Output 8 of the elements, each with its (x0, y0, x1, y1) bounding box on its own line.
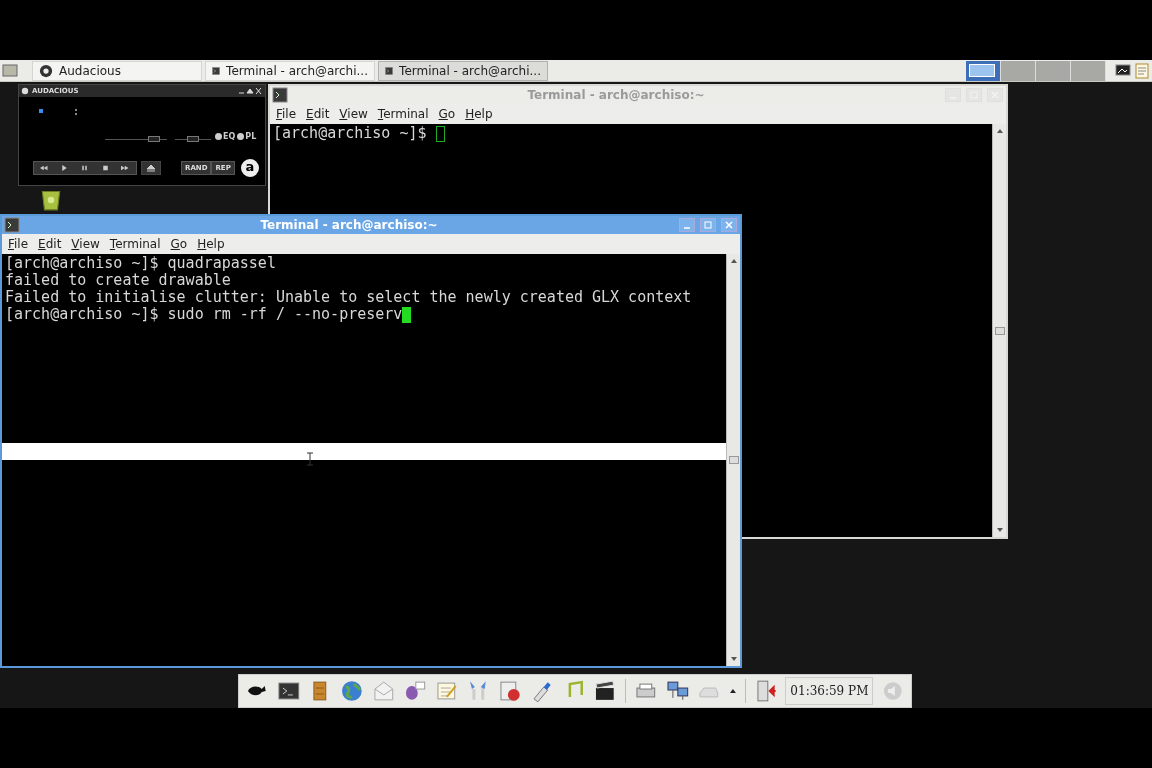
command-line: [arch@archiso ~]$ (273, 125, 428, 142)
window-title: Terminal - arch@archiso:~ (259, 217, 439, 234)
terminal-line: failed to create drawable (5, 272, 231, 289)
terminal-line: Failed to initialise clutter: Unable to select the newly created GLX context (5, 289, 692, 306)
player-logo: a (241, 159, 259, 177)
command-line: [arch@archiso ~]$ sudo rm -rf / --no-preserv (5, 306, 403, 323)
terminal-line: [arch@archiso ~]$ quadrapassel (5, 255, 276, 272)
window-title: Terminal - arch@archiso:~ (526, 87, 706, 104)
